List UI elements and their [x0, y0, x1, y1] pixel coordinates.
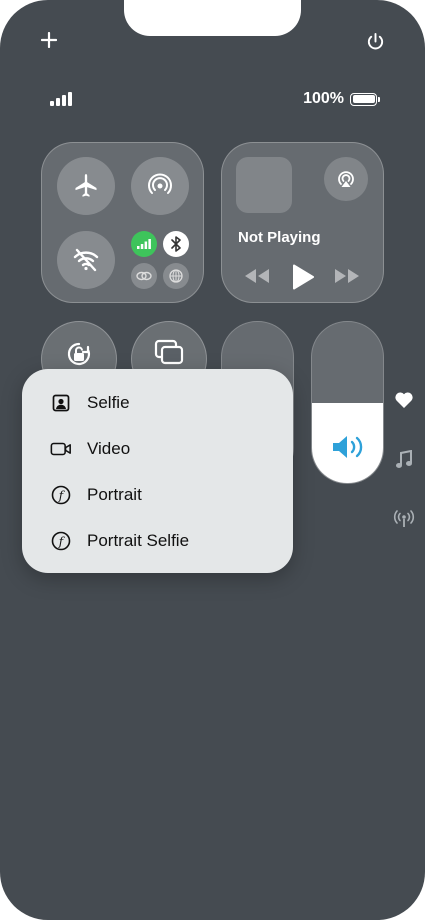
music-note-icon[interactable]: [395, 449, 413, 475]
video-icon: [50, 438, 72, 460]
globe-icon[interactable]: [163, 263, 189, 289]
heart-icon[interactable]: [394, 391, 414, 414]
screen-mirroring-icon: [154, 339, 184, 365]
menu-item-video[interactable]: Video: [22, 429, 293, 469]
airplane-icon[interactable]: [57, 157, 115, 215]
control-center: 100% Not Playing Selfie Video f Portrait…: [0, 0, 425, 920]
menu-item-label: Video: [87, 439, 131, 458]
menu-item-selfie[interactable]: Selfie: [22, 383, 293, 423]
menu-item-label: Portrait: [87, 485, 142, 504]
fast-forward-icon[interactable]: [334, 268, 360, 289]
play-icon[interactable]: [292, 264, 314, 295]
airplay-icon[interactable]: [324, 157, 368, 201]
menu-item-portrait[interactable]: f Portrait: [22, 475, 293, 515]
power-icon[interactable]: [366, 32, 385, 56]
notch: [124, 0, 301, 36]
cellular-icon[interactable]: [131, 231, 157, 257]
battery-icon: [350, 92, 380, 106]
link-icon[interactable]: [131, 263, 157, 289]
rewind-icon[interactable]: [244, 268, 270, 289]
selfie-icon: [50, 392, 72, 414]
airdrop-icon[interactable]: [131, 157, 189, 215]
camera-menu: Selfie Video f Portrait f Portrait Selfi…: [22, 369, 293, 573]
svg-text:f: f: [58, 489, 66, 503]
signal-icon: [50, 92, 74, 111]
portrait-selfie-icon: f: [50, 530, 72, 552]
menu-item-label: Selfie: [87, 393, 130, 412]
menu-item-label: Portrait Selfie: [87, 531, 190, 550]
now-playing-status: Not Playing: [238, 229, 321, 246]
plus-icon[interactable]: [40, 31, 58, 53]
wifi-off-icon[interactable]: [57, 231, 115, 289]
orientation-lock-icon: [67, 342, 91, 366]
volume-slider[interactable]: [311, 321, 384, 484]
bluetooth-icon[interactable]: [163, 231, 189, 257]
speaker-icon: [331, 433, 367, 466]
battery-percent: 100%: [303, 90, 344, 107]
portrait-icon: f: [50, 484, 72, 506]
battery-status: 100%: [303, 90, 380, 108]
antenna-icon[interactable]: [393, 510, 415, 533]
svg-text:f: f: [58, 535, 66, 549]
album-art: [236, 157, 292, 213]
menu-item-portrait-selfie[interactable]: f Portrait Selfie: [22, 521, 293, 561]
